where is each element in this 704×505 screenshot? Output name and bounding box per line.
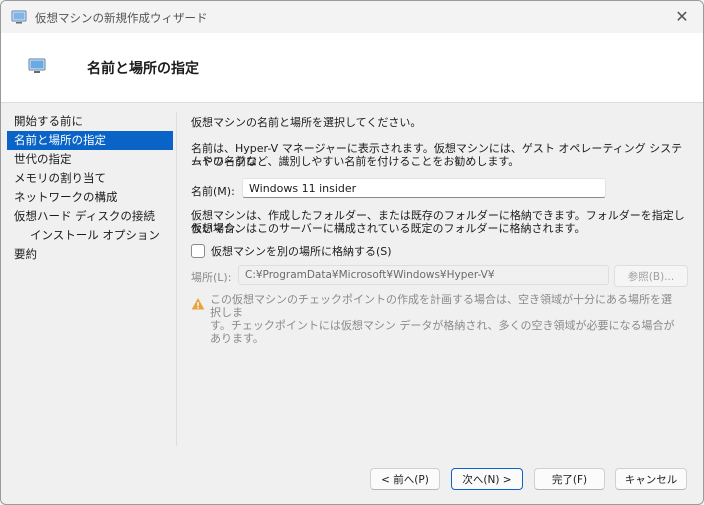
back-button[interactable]: < 前へ(P) [370, 468, 440, 490]
cancel-button[interactable]: キャンセル [615, 468, 687, 490]
close-button[interactable]: ✕ [667, 3, 697, 29]
step-name-and-location[interactable]: 名前と場所の指定 [7, 131, 173, 150]
virtual-machine-icon [11, 10, 27, 24]
location-description-line-2: 仮想マシンはこのサーバーに構成されている既定のフォルダーに格納されます。 [191, 222, 586, 235]
warning-icon [191, 298, 205, 310]
store-elsewhere-checkbox[interactable]: 仮想マシンを別の場所に格納する(S) [191, 243, 392, 259]
step-before-you-begin[interactable]: 開始する前に [1, 112, 173, 131]
next-button[interactable]: 次へ(N) > [451, 468, 523, 490]
finish-button[interactable]: 完了(F) [534, 468, 605, 490]
page-title: 名前と場所の指定 [87, 61, 199, 77]
name-description-line-2: ードの名前など、識別しやすい名前を付けることをお勧めします。 [191, 155, 520, 168]
warning-line-1: この仮想マシンのチェックポイントの作成を計画する場合は、空き領域が十分にある場所… [210, 293, 672, 319]
intro-text: 仮想マシンの名前と場所を選択してください。 [191, 116, 422, 129]
browse-button[interactable]: 参照(B)... [614, 265, 688, 287]
location-label: 場所(L): [191, 271, 232, 284]
virtual-machine-icon [28, 58, 46, 73]
step-virtual-hard-disk[interactable]: 仮想ハード ディスクの接続 [1, 207, 173, 226]
title-bar: 仮想マシンの新規作成ウィザード ✕ [1, 1, 703, 33]
checkbox-box[interactable] [191, 244, 205, 258]
window-title: 仮想マシンの新規作成ウィザード [35, 11, 208, 25]
wizard-window: 仮想マシンの新規作成ウィザード ✕ 名前と場所の指定 開始する前に 名前と場所の… [0, 0, 704, 505]
store-elsewhere-label: 仮想マシンを別の場所に格納する(S) [211, 245, 392, 258]
page-header: 名前と場所の指定 [1, 33, 703, 103]
warning-line-2: す。チェックポイントには仮想マシン データが格納され、多くの空き領域が必要になる… [210, 319, 675, 345]
step-summary[interactable]: 要約 [1, 245, 173, 264]
location-input[interactable] [238, 265, 609, 285]
name-label: 名前(M): [191, 185, 235, 198]
step-networking[interactable]: ネットワークの構成 [1, 188, 173, 207]
divider [176, 112, 177, 446]
name-input[interactable] [242, 178, 606, 198]
wizard-steps: 開始する前に 名前と場所の指定 世代の指定 メモリの割り当て ネットワークの構成… [1, 112, 173, 264]
warning-text: この仮想マシンのチェックポイントの作成を計画する場合は、空き領域が十分にある場所… [210, 293, 680, 345]
step-installation-options[interactable]: インストール オプション [1, 226, 173, 245]
step-generation[interactable]: 世代の指定 [1, 150, 173, 169]
step-memory[interactable]: メモリの割り当て [1, 169, 173, 188]
close-icon: ✕ [675, 6, 689, 26]
